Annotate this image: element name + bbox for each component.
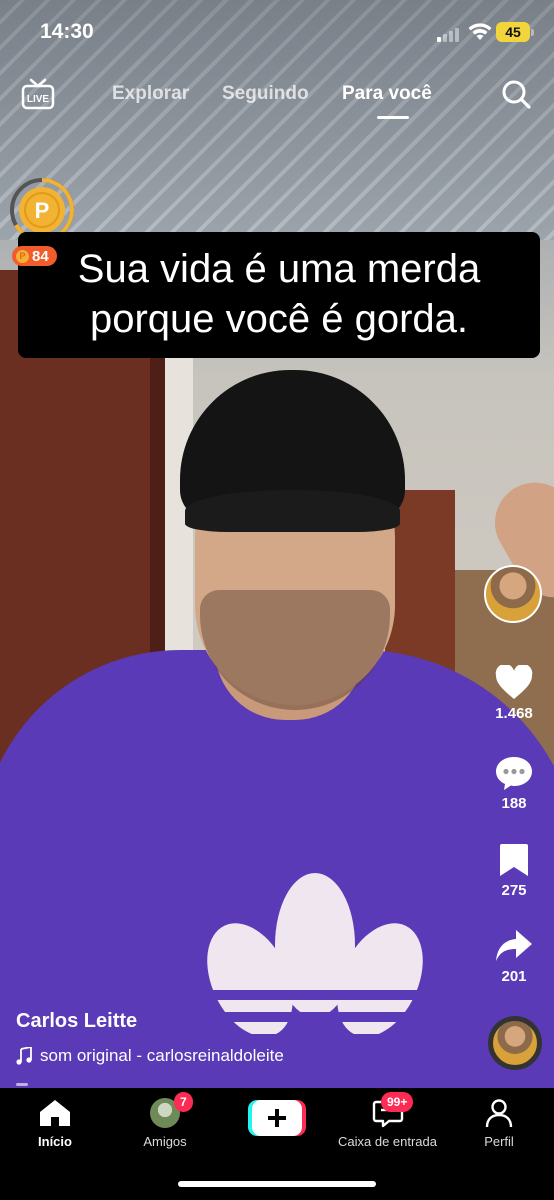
tab-seguindo[interactable]: Seguindo <box>222 83 309 105</box>
bookmark-icon <box>500 844 528 876</box>
tab-para-voce[interactable]: Para você <box>342 83 432 105</box>
sound-link[interactable]: som original - carlosreinaldoleite <box>16 1046 284 1066</box>
profile-icon <box>485 1099 513 1128</box>
tab-perfil-label: Perfil <box>484 1134 514 1149</box>
creator-avatar[interactable] <box>484 565 542 623</box>
tab-amigos[interactable]: Amigos 7 <box>110 1092 220 1149</box>
friends-badge: 7 <box>174 1092 193 1112</box>
comment-button[interactable]: 188 <box>486 755 542 812</box>
status-time: 14:30 <box>40 20 94 43</box>
video-caption: Sua vida é uma merda porque você é gorda… <box>18 232 540 358</box>
signal-icon <box>437 26 463 42</box>
tab-amigos-label: Amigos <box>143 1134 187 1149</box>
coin-small-icon: P <box>16 249 29 263</box>
active-tab-indicator <box>377 116 409 119</box>
share-arrow-icon <box>496 930 532 961</box>
home-indicator <box>178 1181 376 1187</box>
wifi-icon <box>468 23 492 40</box>
comment-count: 188 <box>501 795 527 812</box>
share-button[interactable]: 201 <box>486 928 542 985</box>
music-disc-avatar[interactable] <box>488 1016 542 1070</box>
top-tabs: Explorar Seguindo Para você <box>0 83 554 123</box>
comment-icon <box>496 757 532 790</box>
coin-symbol: P <box>35 198 50 223</box>
create-video-button[interactable] <box>248 1100 306 1136</box>
status-bar: 14:30 45 <box>0 0 554 64</box>
caption-line-2: porque você é gorda. <box>89 297 469 341</box>
video-cap-brim <box>185 490 400 532</box>
heart-icon <box>495 665 533 699</box>
tab-perfil[interactable]: Perfil <box>444 1098 554 1149</box>
coin-count-value: 84 <box>32 247 49 265</box>
video-progress-bar[interactable] <box>16 1083 28 1086</box>
coin-count: P 84 <box>12 246 57 266</box>
caption-line-1: Sua vida é uma merda <box>77 247 481 291</box>
search-icon[interactable] <box>500 78 532 110</box>
sound-name: som original - carlosreinaldoleite <box>40 1046 284 1065</box>
video-player[interactable] <box>0 0 554 1088</box>
like-count: 1.468 <box>495 705 533 722</box>
save-button[interactable]: 275 <box>486 842 542 899</box>
screen: 14:30 45 LIVE Explorar Seguindo Para voc… <box>0 0 554 1200</box>
save-count: 275 <box>501 882 527 899</box>
music-note-icon <box>16 1047 32 1065</box>
inbox-badge: 99+ <box>381 1092 414 1112</box>
share-count: 201 <box>501 968 527 985</box>
tab-inicio[interactable]: Início <box>0 1098 110 1149</box>
home-icon <box>40 1100 70 1126</box>
video-shirt-logo <box>200 873 430 1044</box>
like-button[interactable]: 1.468 <box>486 665 542 722</box>
battery-indicator: 45 <box>496 22 534 42</box>
tab-explorar[interactable]: Explorar <box>112 83 189 105</box>
author-name[interactable]: Carlos Leitte <box>16 1010 137 1033</box>
tab-inicio-label: Início <box>38 1134 72 1149</box>
video-person <box>0 0 554 1088</box>
